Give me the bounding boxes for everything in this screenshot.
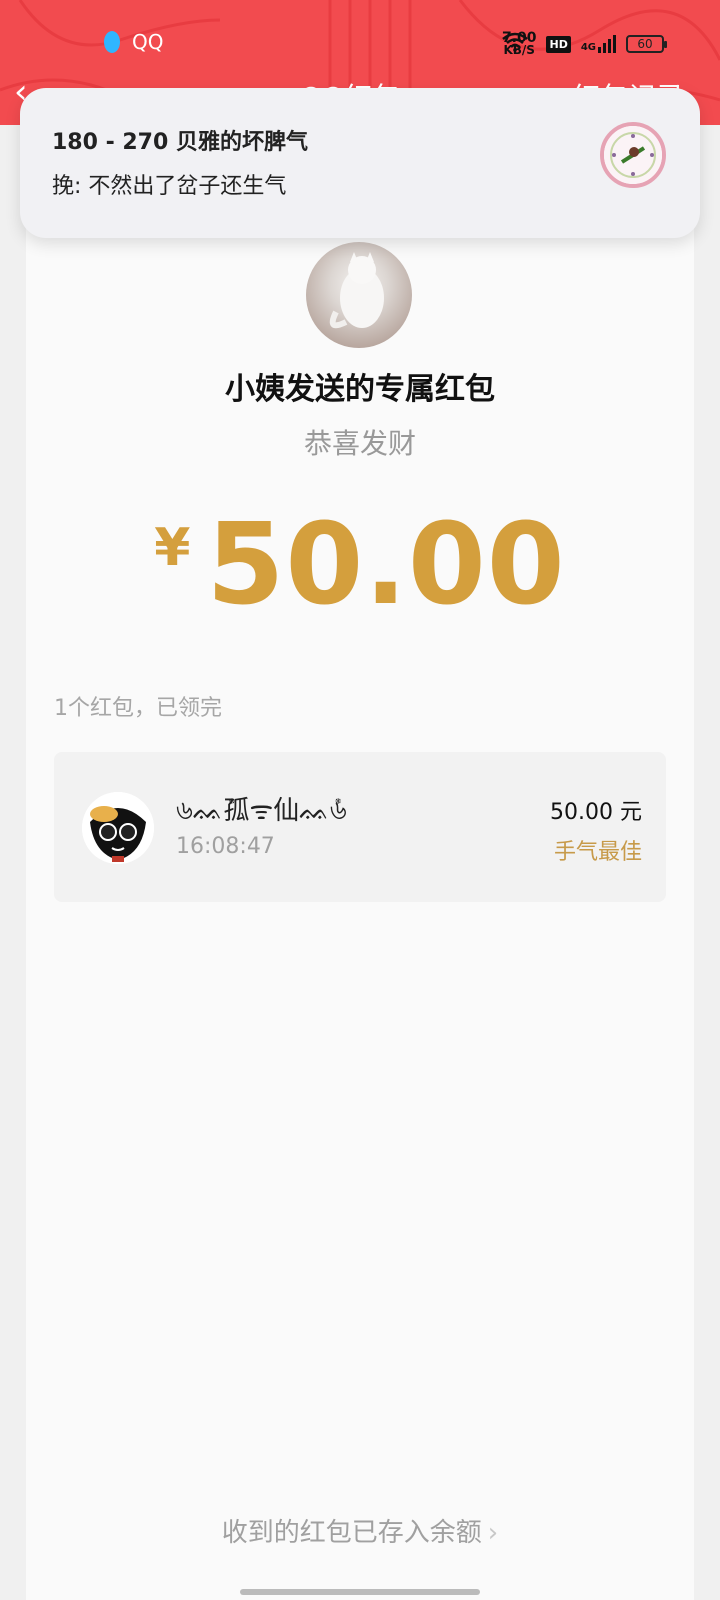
- amount-value: 50.00: [206, 500, 566, 630]
- signal-label: 4G: [580, 42, 596, 53]
- hd-badge: HD: [546, 35, 571, 53]
- qq-notification-icon: [104, 31, 120, 53]
- notification-avatar: [600, 122, 666, 188]
- status-bar: QQ 7.00 KB/S HD 4G 60: [0, 28, 720, 64]
- blessing-text: 恭喜发财: [303, 427, 416, 460]
- status-app-name: QQ: [132, 30, 164, 54]
- group-avatar-image: [604, 126, 662, 184]
- red-packet-detail-card: 小姨发送的专属红包 恭喜发财 ¥50.00 1个红包，已领完 ৬ᨐ݊孤ᯤ仙ᨐ݊৬…: [26, 120, 694, 1600]
- signal-icon: 4G: [581, 35, 616, 53]
- wifi-icon: [502, 32, 528, 52]
- recipient-time: 16:08:47: [176, 834, 275, 859]
- packet-summary: 1个红包，已领完: [54, 696, 222, 721]
- notification-message: 挽: 不然出了岔子还生气: [52, 174, 287, 199]
- recipient-amount: 50.00 元: [550, 800, 642, 825]
- cartoon-avatar: [82, 792, 154, 864]
- chevron-right-icon: ›: [487, 1518, 499, 1548]
- packet-amount: ¥50.00: [26, 500, 694, 630]
- best-luck-badge: 手气最佳: [553, 840, 642, 865]
- battery-level: 60: [637, 37, 653, 51]
- home-indicator[interactable]: [240, 1589, 480, 1595]
- balance-link-text: 收到的红包已存入余额: [221, 1518, 482, 1548]
- recipient-avatar[interactable]: [82, 792, 154, 864]
- battery-icon: 60: [626, 35, 667, 53]
- message-notification[interactable]: 180 - 270 贝雅的坏脾气 挽: 不然出了岔子还生气: [20, 88, 700, 238]
- recipient-row[interactable]: ৬ᨐ݊孤ᯤ仙ᨐ݊৬ 16:08:47 50.00 元 手气最佳: [54, 752, 666, 902]
- recipient-name: ৬ᨐ݊孤ᯤ仙ᨐ݊৬: [176, 796, 347, 826]
- cat-photo: [329, 252, 384, 329]
- balance-link[interactable]: 收到的红包已存入余额 ›: [26, 1512, 694, 1549]
- notification-title: 180 - 270 贝雅的坏脾气: [52, 130, 308, 155]
- sender-avatar: [306, 242, 412, 348]
- currency-symbol: ¥: [154, 518, 191, 578]
- sender-title: 小姨发送的专属红包: [225, 372, 495, 407]
